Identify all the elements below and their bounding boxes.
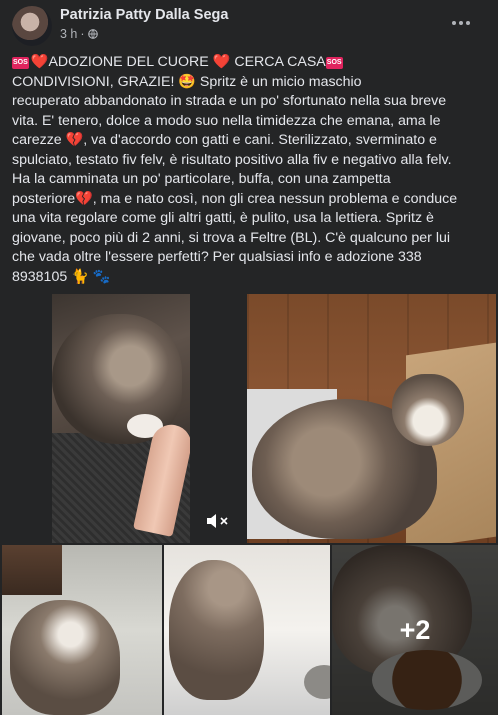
post-line-text: CERCA CASA <box>230 54 326 70</box>
author-name[interactable]: Patrizia Patty Dalla Sega <box>60 7 228 23</box>
post-line: una vita regolare come gli altri gatti, … <box>12 210 434 226</box>
heart-emoji: ❤️ <box>30 54 49 70</box>
post-meta: 3 h · <box>60 27 98 41</box>
post-line: spulciato, testato fiv felv, è risultato… <box>12 151 452 168</box>
photo-cat-in-box[interactable] <box>247 294 496 543</box>
post-header: Patrizia Patty Dalla Sega 3 h · <box>0 0 498 50</box>
post-line: CONDIVISIONI, GRAZIE! 🤩 Spritz è un mici… <box>12 73 362 90</box>
more-photos-count: +2 <box>399 614 431 645</box>
post-time[interactable]: 3 h <box>60 27 77 41</box>
post-line: posteriore💔, ma e nato così, non gli cre… <box>12 190 458 207</box>
globe-icon[interactable] <box>87 29 98 39</box>
more-photos-overlay[interactable]: +2 <box>332 545 498 715</box>
post-line: 8938105 🐈 🐾 <box>12 268 111 285</box>
background-furniture <box>2 545 62 595</box>
cat-head <box>392 374 464 446</box>
post-line: Ha la camminata un po' particolare, buff… <box>12 171 391 187</box>
meta-separator: · <box>80 27 85 41</box>
cat-image <box>10 600 120 715</box>
photo-cat-sitting[interactable] <box>2 545 162 715</box>
post-line: che vada oltre l'essere perfetti? Per qu… <box>12 249 422 265</box>
post-line: giovane, poco più di 2 anni, si trova a … <box>12 229 451 246</box>
photo-cat-standing[interactable] <box>164 545 330 715</box>
video-thumbnail[interactable] <box>52 294 190 543</box>
food-bowl <box>304 665 330 699</box>
cat-image <box>169 560 264 700</box>
photo-cat-eating[interactable]: +2 <box>332 545 498 715</box>
volume-muted-icon[interactable] <box>204 510 230 532</box>
post-line: carezze 💔, va d'accordo con gatti e cani… <box>12 132 437 148</box>
post-line-text: ADOZIONE DEL CUORE <box>48 54 213 70</box>
author-avatar[interactable] <box>12 6 52 46</box>
more-options-icon[interactable] <box>446 10 476 36</box>
post-line: recuperato abbandonato in strada e un po… <box>12 93 447 109</box>
post-text: SOS ❤️ADOZIONE DEL CUORE ❤️ CERCA CASASOS… <box>12 53 490 287</box>
sos-badge: SOS <box>12 57 29 69</box>
post-line: vita. E' tenero, dolce a modo suo nella … <box>12 112 441 129</box>
sos-badge: SOS <box>325 57 343 69</box>
heart-emoji: ❤️ <box>212 54 231 70</box>
post-line: SOS ❤️ADOZIONE DEL CUORE ❤️ CERCA CASASOS <box>12 53 490 73</box>
